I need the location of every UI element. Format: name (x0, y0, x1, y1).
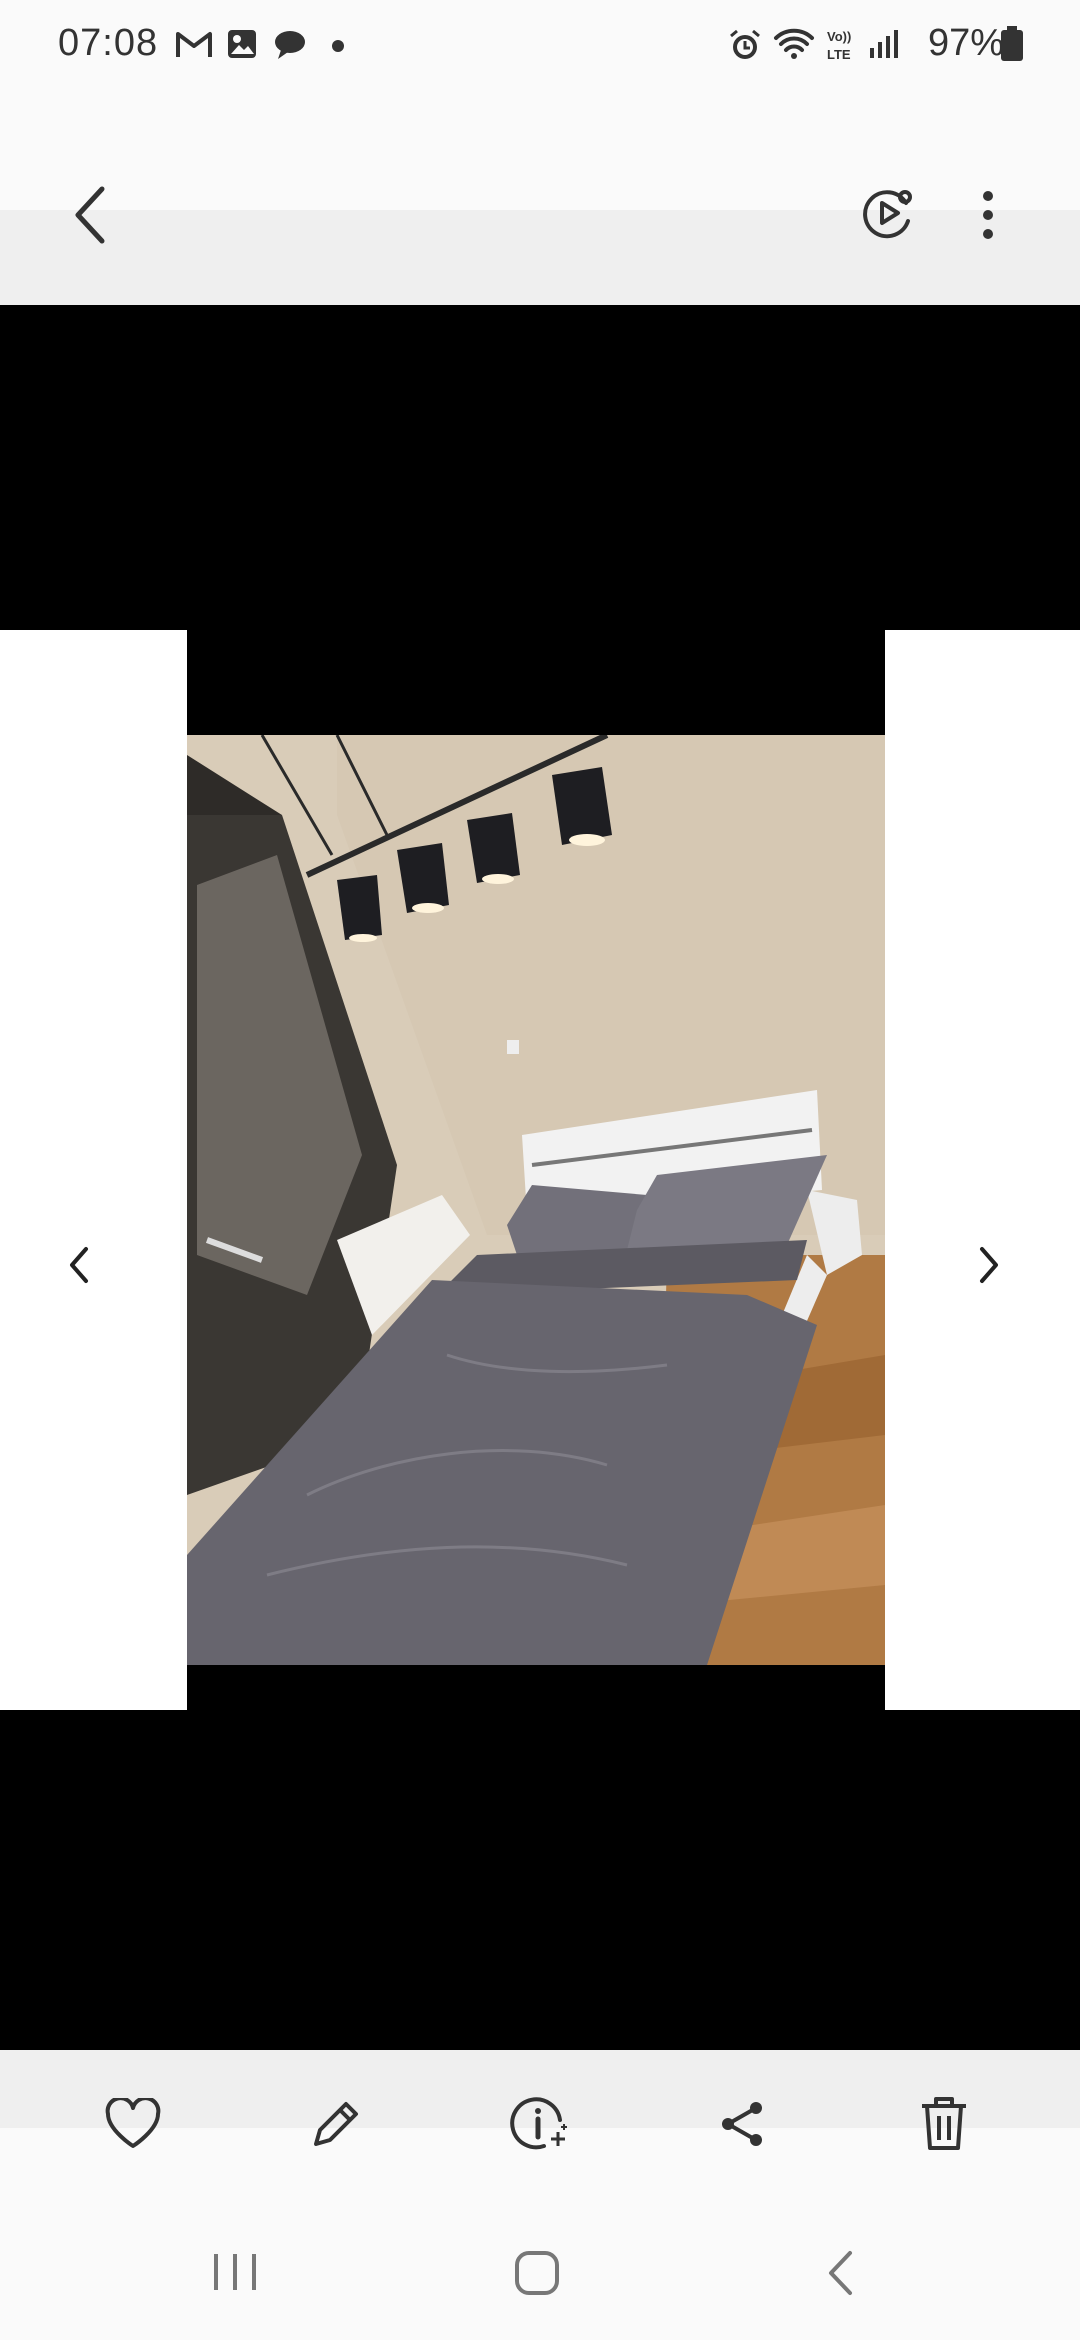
delete-trash-icon[interactable] (918, 2094, 970, 2152)
chevron-right-icon[interactable] (978, 1245, 1002, 1285)
dot-icon (332, 40, 344, 52)
battery-percent: 97% (927, 22, 1004, 64)
top-app-bar-strip (0, 210, 1080, 305)
home-icon[interactable] (514, 2250, 560, 2296)
right-margin-panel (885, 630, 1080, 1710)
slideshow-play-icon[interactable] (860, 185, 916, 241)
more-options-icon[interactable] (980, 190, 996, 240)
recent-apps-icon[interactable] (212, 2252, 258, 2292)
bottom-area (0, 2128, 1080, 2340)
share-icon[interactable] (716, 2098, 768, 2150)
favorite-heart-icon[interactable] (104, 2098, 162, 2150)
chat-bubble-icon (273, 30, 307, 60)
svg-text:LTE: LTE (827, 47, 851, 62)
status-bar: 07:08 Vo)) LTE 97% (0, 0, 1080, 90)
alarm-icon (728, 28, 762, 62)
gmail-icon (175, 30, 213, 60)
info-icon[interactable] (510, 2094, 570, 2154)
bedroom-photo[interactable] (187, 732, 885, 1665)
svg-text:Vo)): Vo)) (827, 29, 851, 44)
back-nav-icon[interactable] (826, 2250, 854, 2296)
clock: 07:08 (58, 22, 159, 64)
left-margin-panel (0, 630, 187, 1710)
volte-icon: Vo)) LTE (825, 26, 859, 62)
back-icon[interactable] (70, 185, 110, 245)
signal-icon (868, 28, 900, 60)
wifi-icon (773, 26, 815, 62)
battery-icon (1000, 26, 1024, 62)
chevron-left-icon[interactable] (66, 1245, 90, 1285)
gallery-icon (226, 28, 258, 60)
edit-pencil-icon[interactable] (308, 2096, 364, 2152)
